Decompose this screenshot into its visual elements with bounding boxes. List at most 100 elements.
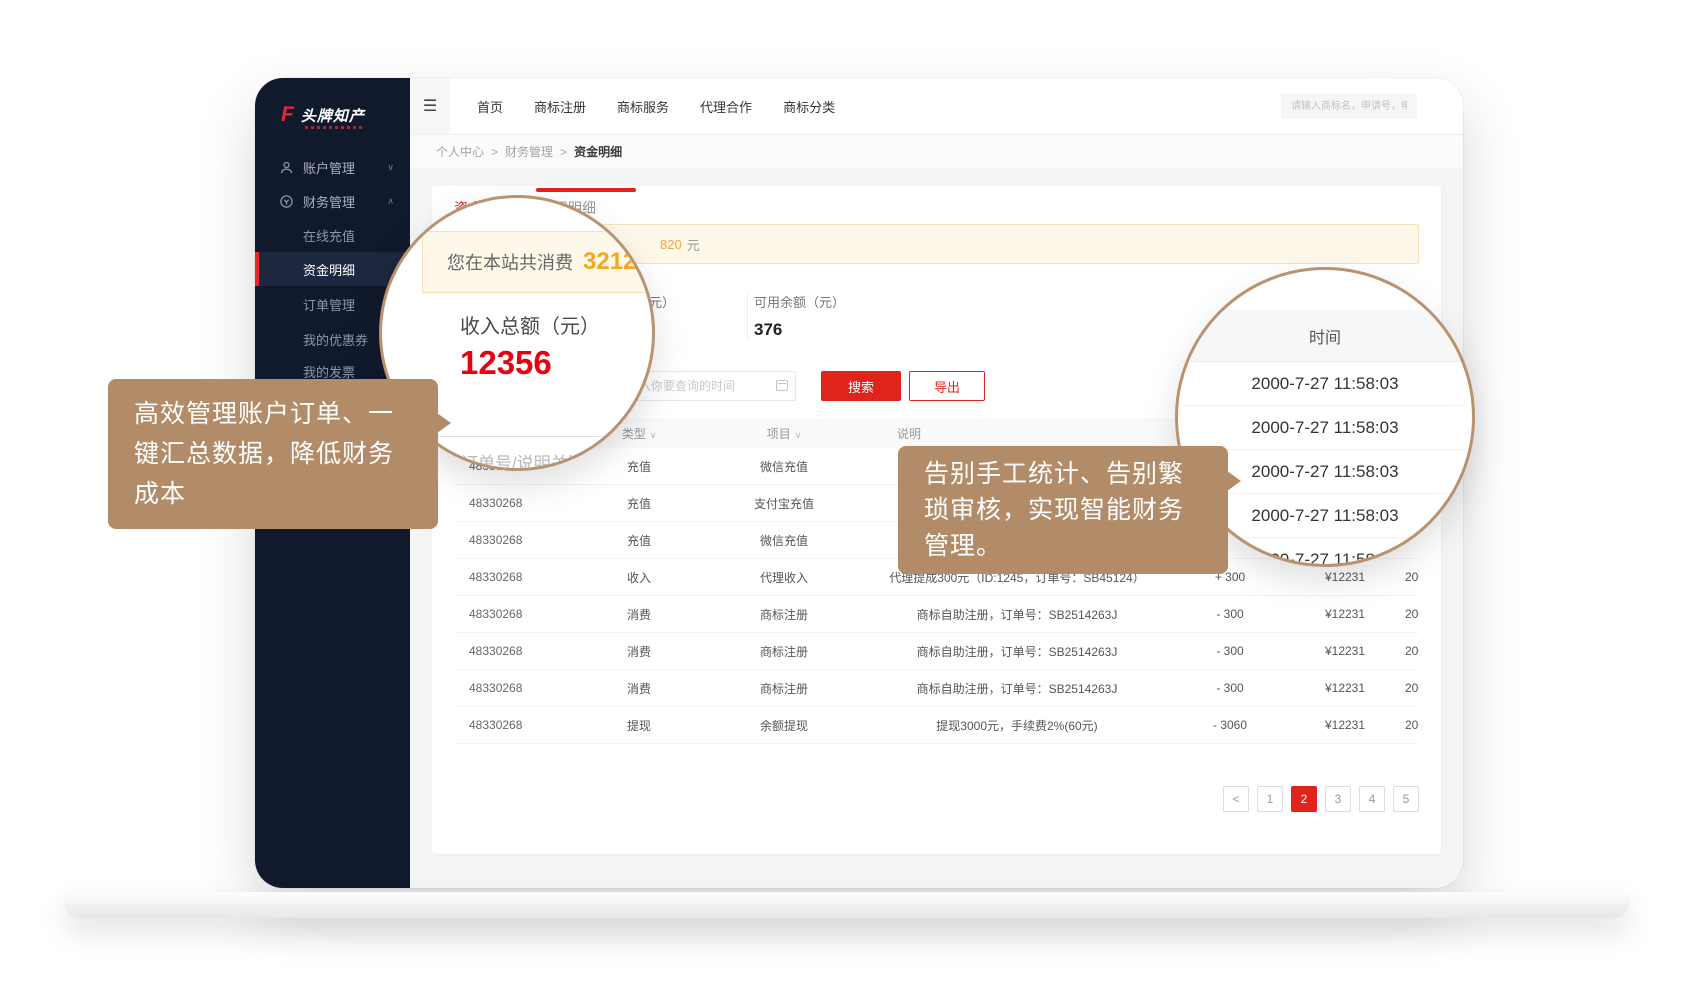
sidebar-item-label: 在线充值 [303,226,355,245]
chevron-down-icon: ∨ [387,162,394,173]
top-nav-links: 首页 商标注册 商标服务 代理合作 商标分类 [477,97,835,116]
header-project[interactable]: 项目 ∨ [709,425,859,442]
table-row[interactable]: 48330268 消费 商标注册 商标自助注册，订单号：SB2514263J -… [454,596,1419,633]
cell-type: 提现 [569,717,709,734]
user-icon [279,160,294,175]
cell-project: 商标注册 [709,680,859,697]
brand-logo[interactable]: F 头牌知产 [281,103,365,127]
active-tab-indicator [536,188,636,192]
brand-tagline-decor [305,126,363,129]
cell-order: 48330268 [454,533,569,547]
magnified-time-row: 2000-7-27 11:58:03 [1184,362,1466,406]
cell-time: 2000-7-27 11:58:03 [1405,644,1419,658]
page-button-4[interactable]: 4 [1359,786,1385,812]
cell-type: 充值 [569,532,709,549]
table-row[interactable]: 48330268 消费 商标注册 商标自助注册，订单号：SB2514263J -… [454,670,1419,707]
cell-project: 支付宝充值 [709,495,859,512]
sidebar-item-funds-detail[interactable]: 资金明细 [255,252,410,286]
breadcrumb-current: 资金明细 [574,143,622,160]
page-button-3[interactable]: 3 [1325,786,1351,812]
cell-amount: - 3060 [1175,718,1285,732]
magnified-time-row: 2000-7-27 11:58:03 [1184,406,1466,450]
search-button[interactable]: 搜索 [821,371,901,401]
nav-item-trademark-service[interactable]: 商标服务 [617,97,669,116]
stat-divider [747,294,748,340]
hamburger-icon: ☰ [423,96,437,116]
export-button[interactable]: 导出 [909,371,985,401]
sidebar-item-finance[interactable]: 财务管理 ∧ [255,187,410,215]
cell-balance: ¥12231 [1285,681,1405,695]
brand-logo-icon: F [281,103,294,127]
cell-project: 商标注册 [709,643,859,660]
sidebar-item-label: 账户管理 [303,158,355,177]
stat-value: 376 [754,320,845,340]
cell-project: 商标注册 [709,606,859,623]
cell-balance: ¥12231 [1285,718,1405,732]
cell-order: 48330268 [454,718,569,732]
sidebar-item-label: 财务管理 [303,192,355,211]
sidebar-item-label: 订单管理 [303,295,355,314]
cell-time: 2000-7-27 11:58:03 [1405,607,1419,621]
page-button-2[interactable]: 2 [1291,786,1317,812]
breadcrumb: 个人中心 > 财务管理 > 资金明细 [410,134,1463,168]
sidebar-item-online-recharge[interactable]: 在线充值 [255,221,410,249]
cell-desc: 商标自助注册，订单号：SB2514263J [859,680,1175,697]
cell-balance: ¥12231 [1285,607,1405,621]
cell-type: 消费 [569,606,709,623]
cell-amount: - 300 [1175,644,1285,658]
stat-label: 可用余额（元） [754,292,845,311]
nav-item-agency-coop[interactable]: 代理合作 [700,97,752,116]
nav-item-trademark-category[interactable]: 商标分类 [783,97,835,116]
sidebar-item-label: 资金明细 [303,260,355,279]
callout-arrow-icon [1227,471,1241,491]
page-button-1[interactable]: 1 [1257,786,1283,812]
callout-arrow-icon [437,413,451,433]
cell-order: 48330268 [454,570,569,584]
banner-amount-tail: 820 [660,237,682,252]
sort-caret-icon: ∨ [795,430,802,440]
cell-amount: - 300 [1175,607,1285,621]
cell-order: 48330268 [454,607,569,621]
cell-type: 消费 [569,643,709,660]
table-row[interactable]: 48330268 消费 商标注册 商标自助注册，订单号：SB2514263J -… [454,633,1419,670]
nav-item-trademark-register[interactable]: 商标注册 [534,97,586,116]
callout-right-text: 告别手工统计、告别繁琐审核，实现智能财务管理。 [924,460,1184,560]
sidebar-item-account[interactable]: 账户管理 ∨ [255,153,410,181]
cell-type: 消费 [569,680,709,697]
cell-project: 微信充值 [709,458,859,475]
cell-time: 2000-7-27 11:58:03 [1405,681,1419,695]
cell-type: 收入 [569,569,709,586]
sidebar-item-label: 我的发票 [303,362,355,381]
magnified-stat-label: 收入总额（元） [460,310,600,339]
cell-time: 2000-7-27 11:58:03 [1405,570,1419,584]
cell-type: 充值 [569,495,709,512]
table-row[interactable]: 48330268 提现 余额提现 提现3000元，手续费2%(60元) - 30… [454,707,1419,744]
cell-order: 48330268 [454,681,569,695]
calendar-icon [776,380,788,391]
callout-right: 告别手工统计、告别繁琐审核，实现智能财务管理。 [898,446,1228,574]
magnified-banner-prefix: 您在本站共消费 [447,249,573,275]
cell-desc: 提现3000元，手续费2%(60元) [859,717,1175,734]
trademark-search-input[interactable] [1281,93,1417,119]
cell-balance: ¥12231 [1285,644,1405,658]
chevron-up-icon: ∧ [387,196,394,207]
nav-item-home[interactable]: 首页 [477,97,503,116]
breadcrumb-separator: > [560,145,567,159]
header-label: 项目 [767,427,791,441]
menu-toggle-button[interactable]: ☰ [410,78,450,134]
breadcrumb-item[interactable]: 个人中心 [436,143,484,160]
breadcrumb-item[interactable]: 财务管理 [505,143,553,160]
cell-project: 余额提现 [709,717,859,734]
sidebar-item-label: 我的优惠券 [303,330,368,349]
cell-project: 微信充值 [709,532,859,549]
prev-page-button[interactable]: < [1223,786,1249,812]
cell-desc: 商标自助注册，订单号：SB2514263J [859,643,1175,660]
cell-time: 2000-7-27 11:58:03 [1405,718,1419,732]
cell-amount: - 300 [1175,681,1285,695]
header-desc: 说明 [859,425,1175,442]
page-button-5[interactable]: 5 [1393,786,1419,812]
cell-order: 48330268 [454,644,569,658]
page: F 头牌知产 账户管理 ∨ 财务管理 ∧ 在线充值 资金明细 订单管理 [0,0,1696,1002]
stat-balance: 可用余额（元） 376 [754,292,845,340]
cell-balance: ¥12231 [1285,570,1405,584]
